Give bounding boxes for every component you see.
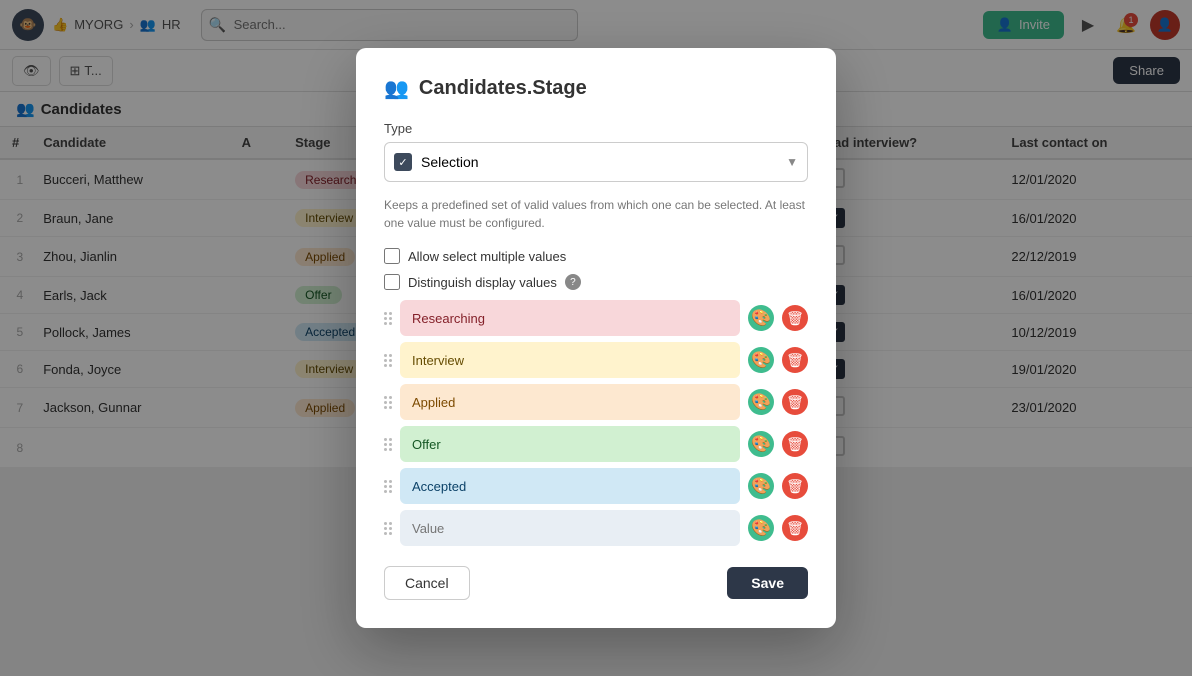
value-row: 🎨 🗑 [384, 510, 808, 546]
value-row: 🎨 🗑 [384, 384, 808, 420]
delete-value-button-4[interactable]: 🗑 [782, 473, 808, 499]
drag-handle[interactable] [384, 354, 392, 367]
modal-overlay: 👥 Candidates.Stage Type ✓ Selection ▼ Ke… [0, 0, 1192, 676]
value-row: 🎨 🗑 [384, 342, 808, 378]
drag-handle[interactable] [384, 438, 392, 451]
allow-multiple-checkbox[interactable] [384, 248, 400, 264]
value-row: 🎨 🗑 [384, 300, 808, 336]
delete-value-button-0[interactable]: 🗑 [782, 305, 808, 331]
type-label: Type [384, 121, 808, 136]
modal: 👥 Candidates.Stage Type ✓ Selection ▼ Ke… [356, 48, 836, 628]
value-input-5[interactable] [400, 510, 740, 546]
drag-handle[interactable] [384, 396, 392, 409]
drag-handle[interactable] [384, 522, 392, 535]
distinguish-row: Distinguish display values ? [384, 274, 808, 290]
allow-multiple-label[interactable]: Allow select multiple values [408, 249, 566, 264]
delete-value-button-5[interactable]: 🗑 [782, 515, 808, 541]
type-select-wrapper: ✓ Selection ▼ [384, 142, 808, 182]
values-list: 🎨 🗑 🎨 🗑 🎨 🗑 [384, 300, 808, 546]
value-input-1[interactable] [400, 342, 740, 378]
modal-title-text: Candidates.Stage [419, 77, 587, 100]
value-input-3[interactable] [400, 426, 740, 462]
modal-title-icon: 👥 [384, 76, 409, 101]
drag-handle[interactable] [384, 312, 392, 325]
color-picker-button-2[interactable]: 🎨 [748, 389, 774, 415]
color-picker-button-3[interactable]: 🎨 [748, 431, 774, 457]
value-row: 🎨 🗑 [384, 468, 808, 504]
allow-multiple-row: Allow select multiple values [384, 248, 808, 264]
distinguish-checkbox[interactable] [384, 274, 400, 290]
value-input-0[interactable] [400, 300, 740, 336]
value-input-2[interactable] [400, 384, 740, 420]
select-icon: ✓ [394, 153, 412, 171]
cancel-button[interactable]: Cancel [384, 566, 470, 600]
drag-handle[interactable] [384, 480, 392, 493]
modal-footer: Cancel Save [384, 566, 808, 600]
delete-value-button-2[interactable]: 🗑 [782, 389, 808, 415]
color-picker-button-5[interactable]: 🎨 [748, 515, 774, 541]
value-input-4[interactable] [400, 468, 740, 504]
modal-title: 👥 Candidates.Stage [384, 76, 808, 101]
delete-value-button-3[interactable]: 🗑 [782, 431, 808, 457]
color-picker-button-4[interactable]: 🎨 [748, 473, 774, 499]
hint-text: Keeps a predefined set of valid values f… [384, 196, 808, 232]
value-row: 🎨 🗑 [384, 426, 808, 462]
type-select[interactable]: Selection [384, 142, 808, 182]
distinguish-label[interactable]: Distinguish display values [408, 275, 557, 290]
delete-value-button-1[interactable]: 🗑 [782, 347, 808, 373]
save-button[interactable]: Save [727, 567, 808, 599]
color-picker-button-0[interactable]: 🎨 [748, 305, 774, 331]
chevron-down-icon: ▼ [786, 155, 798, 169]
help-icon[interactable]: ? [565, 274, 581, 290]
color-picker-button-1[interactable]: 🎨 [748, 347, 774, 373]
